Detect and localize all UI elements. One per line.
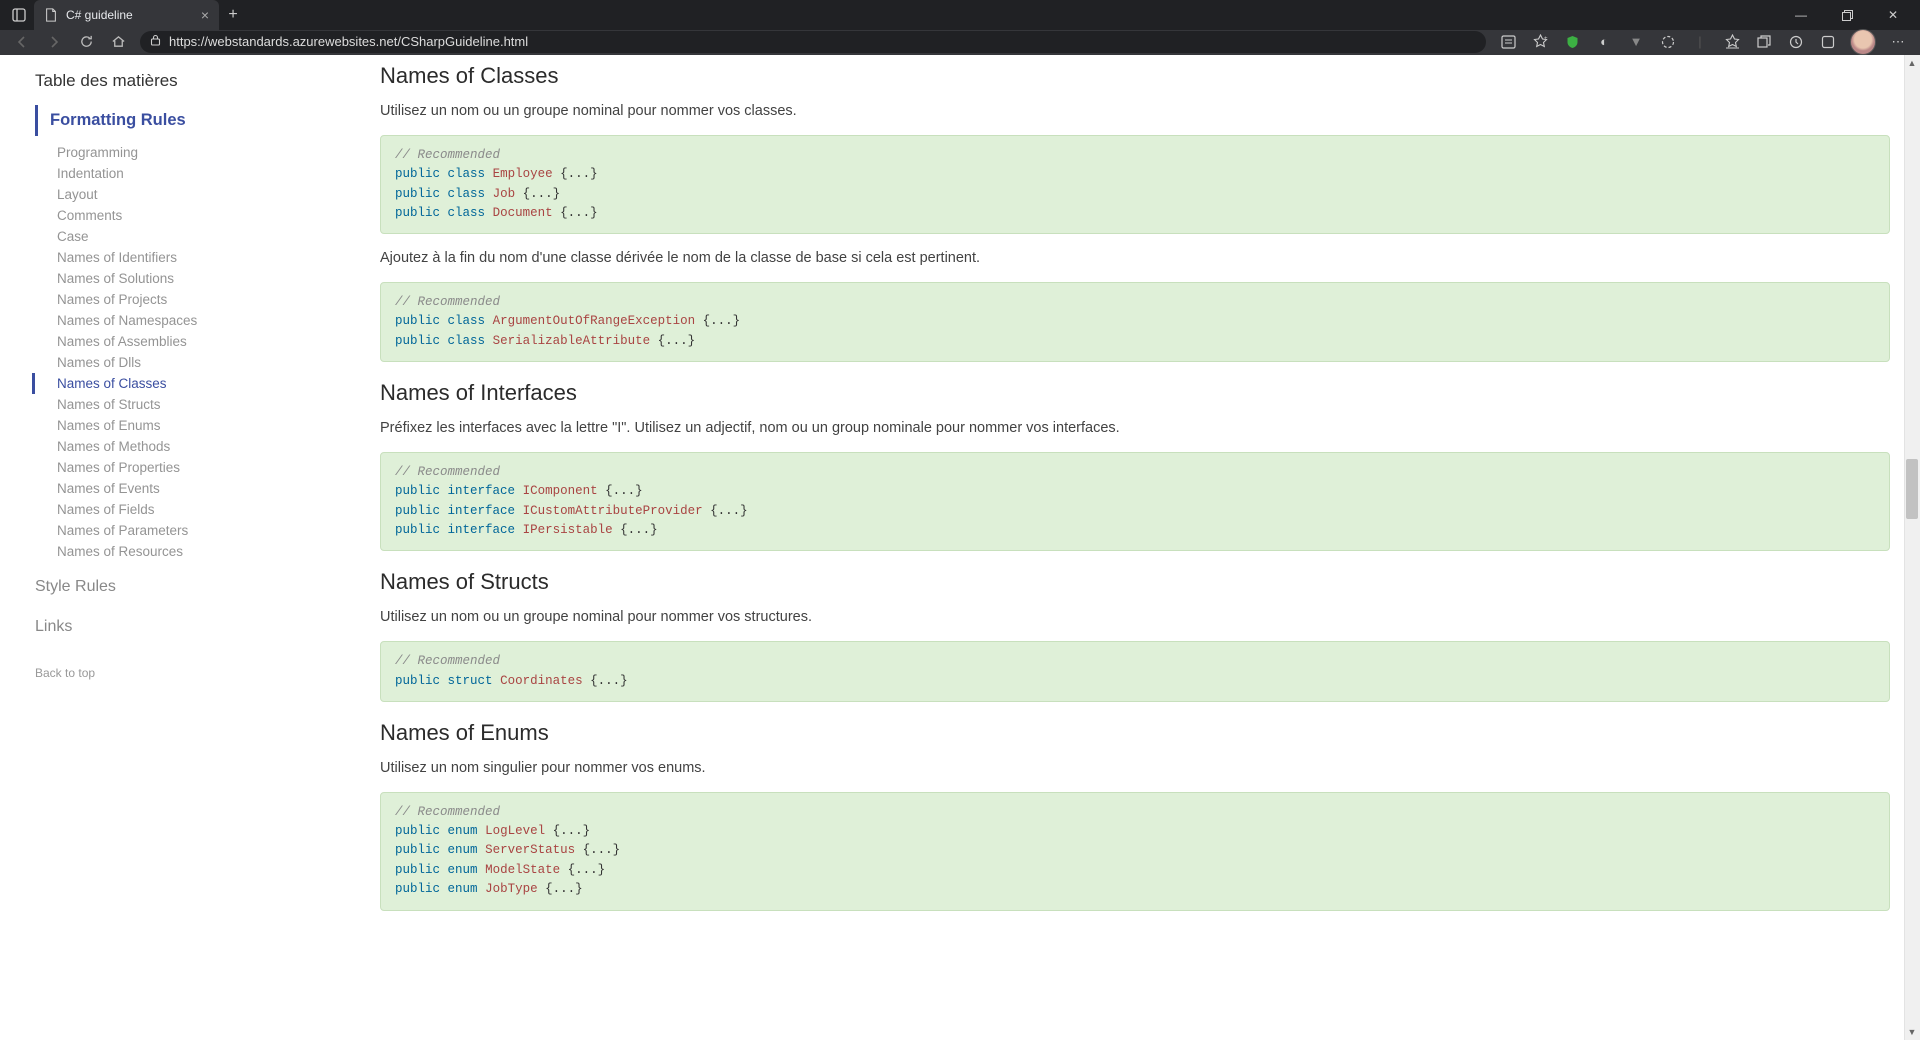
toc-item[interactable]: Names of Resources <box>32 541 300 562</box>
toc-item[interactable]: Names of Classes <box>32 373 300 394</box>
window-controls: ― ✕ <box>1778 0 1916 30</box>
toc-section-links[interactable]: Links <box>35 612 300 642</box>
ext1-icon[interactable]: ◐ <box>1588 30 1620 54</box>
para-classes-2: Ajoutez à la fin du nom d'une classe dér… <box>380 248 1890 270</box>
browser-chrome: C# guideline × + ― ✕ https://webstandard… <box>0 0 1920 55</box>
ext3-icon[interactable] <box>1652 30 1684 54</box>
divider: | <box>1684 30 1716 54</box>
back-button[interactable] <box>6 30 38 54</box>
back-to-top-link[interactable]: Back to top <box>35 666 300 680</box>
new-tab-button[interactable]: + <box>219 6 247 24</box>
toc-item[interactable]: Names of Identifiers <box>32 247 300 268</box>
toc-section-formatting[interactable]: Formatting Rules <box>35 105 300 136</box>
toc-item[interactable]: Names of Dlls <box>32 352 300 373</box>
favorites-icon[interactable] <box>1716 30 1748 54</box>
toc-sidebar: Table des matières Formatting Rules Prog… <box>0 55 320 1040</box>
close-tab-icon[interactable]: × <box>201 7 209 23</box>
minimize-button[interactable]: ― <box>1778 0 1824 30</box>
scrollbar-track[interactable]: ▲ ▼ <box>1904 55 1920 1040</box>
code-interfaces-1: // Recommended public interface ICompone… <box>380 452 1890 552</box>
scroll-down-arrow[interactable]: ▼ <box>1904 1024 1920 1040</box>
reader-icon[interactable] <box>1492 30 1524 54</box>
para-structs-1: Utilisez un nom ou un groupe nominal pou… <box>380 607 1890 629</box>
para-classes-1: Utilisez un nom ou un groupe nominal pou… <box>380 101 1890 123</box>
toc-section-style[interactable]: Style Rules <box>35 572 300 602</box>
toc-item[interactable]: Names of Structs <box>32 394 300 415</box>
toc-item[interactable]: Names of Assemblies <box>32 331 300 352</box>
tab-title: C# guideline <box>66 8 201 22</box>
para-enums-1: Utilisez un nom singulier pour nommer vo… <box>380 758 1890 780</box>
downloads-icon[interactable] <box>1812 30 1844 54</box>
maximize-button[interactable] <box>1824 0 1870 30</box>
home-button[interactable] <box>102 30 134 54</box>
toc-item[interactable]: Case <box>32 226 300 247</box>
tab-actions-button[interactable] <box>4 0 34 30</box>
browser-toolbar: https://webstandards.azurewebsites.net/C… <box>0 30 1920 55</box>
tab-strip: C# guideline × + ― ✕ <box>0 0 1920 30</box>
toc-item[interactable]: Programming <box>32 142 300 163</box>
code-classes-1: // Recommended public class Employee {..… <box>380 135 1890 235</box>
browser-tab[interactable]: C# guideline × <box>34 0 219 30</box>
tabs-icon <box>12 8 26 22</box>
scroll-up-arrow[interactable]: ▲ <box>1904 55 1920 71</box>
toc-item[interactable]: Names of Properties <box>32 457 300 478</box>
code-structs-1: // Recommended public struct Coordinates… <box>380 641 1890 702</box>
menu-button[interactable]: ⋯ <box>1882 30 1914 54</box>
toc-title: Table des matières <box>35 71 300 91</box>
para-interfaces-1: Préfixez les interfaces avec la lettre "… <box>380 418 1890 440</box>
profile-avatar[interactable] <box>1850 29 1876 55</box>
scroll-thumb[interactable] <box>1906 459 1918 519</box>
lock-icon <box>150 34 161 49</box>
toc-item[interactable]: Indentation <box>32 163 300 184</box>
toc-item[interactable]: Names of Enums <box>32 415 300 436</box>
toc-item[interactable]: Names of Parameters <box>32 520 300 541</box>
heading-structs: Names of Structs <box>380 569 1890 595</box>
shield-icon[interactable] <box>1556 30 1588 54</box>
toolbar-right-icons: + ◐ ▼ | ⋯ <box>1492 29 1914 55</box>
star-icon[interactable]: + <box>1524 30 1556 54</box>
toc-item[interactable]: Names of Fields <box>32 499 300 520</box>
toc-item[interactable]: Comments <box>32 205 300 226</box>
toc-item[interactable]: Layout <box>32 184 300 205</box>
toc-item[interactable]: Names of Solutions <box>32 268 300 289</box>
code-classes-2: // Recommended public class ArgumentOutO… <box>380 282 1890 362</box>
page-body: Table des matières Formatting Rules Prog… <box>0 55 1920 1040</box>
toc-item[interactable]: Names of Methods <box>32 436 300 457</box>
close-window-button[interactable]: ✕ <box>1870 0 1916 30</box>
heading-classes: Names of Classes <box>380 63 1890 89</box>
url-text: https://webstandards.azurewebsites.net/C… <box>169 34 528 49</box>
toc-item[interactable]: Names of Projects <box>32 289 300 310</box>
toc-item[interactable]: Names of Events <box>32 478 300 499</box>
collections-icon[interactable] <box>1748 30 1780 54</box>
page-icon <box>44 8 58 22</box>
toc-item[interactable]: Names of Namespaces <box>32 310 300 331</box>
heading-interfaces: Names of Interfaces <box>380 380 1890 406</box>
address-bar[interactable]: https://webstandards.azurewebsites.net/C… <box>140 31 1486 53</box>
forward-button[interactable] <box>38 30 70 54</box>
toc-list: ProgrammingIndentationLayoutCommentsCase… <box>35 142 300 562</box>
ext2-icon[interactable]: ▼ <box>1620 30 1652 54</box>
history-icon[interactable] <box>1780 30 1812 54</box>
code-enums-1: // Recommended public enum LogLevel {...… <box>380 792 1890 911</box>
svg-text:+: + <box>1544 36 1548 42</box>
refresh-button[interactable] <box>70 30 102 54</box>
heading-enums: Names of Enums <box>380 720 1890 746</box>
main-content: Names of Classes Utilisez un nom ou un g… <box>320 55 1920 1040</box>
